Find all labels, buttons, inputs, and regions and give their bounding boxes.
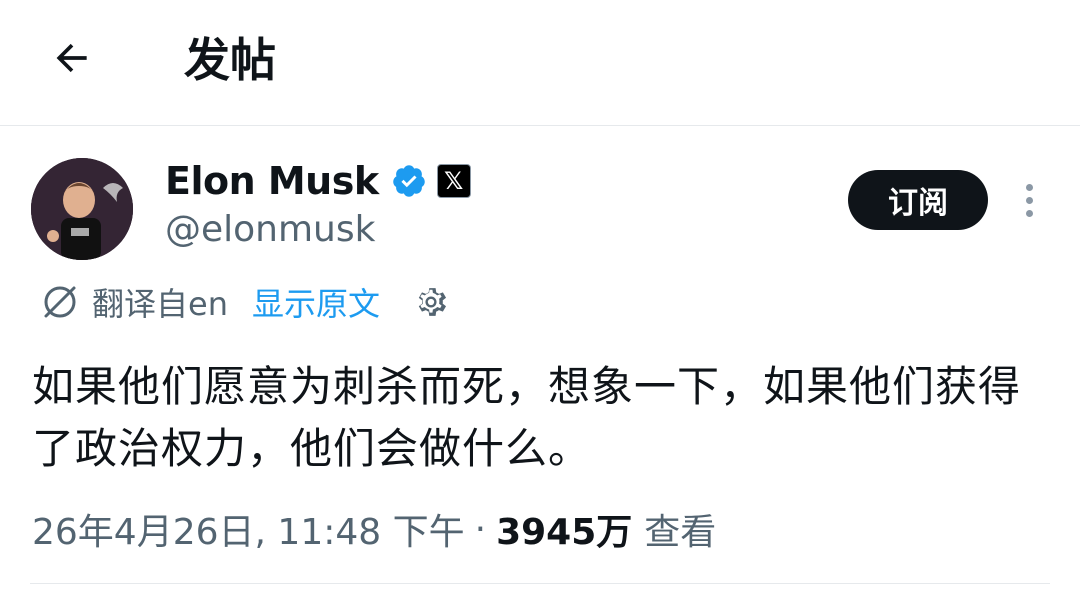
page-title: 发帖 xyxy=(184,33,276,87)
arrow-left-icon xyxy=(56,43,87,73)
post-datetime[interactable]: 26年4月26日, 11:48 下午 xyxy=(32,503,465,555)
gear-icon[interactable] xyxy=(412,283,450,321)
affiliate-x-icon[interactable]: 𝕏 xyxy=(436,164,471,198)
translated-from-label: 翻译自en xyxy=(92,285,228,323)
more-options-button[interactable] xyxy=(1010,178,1048,222)
post-meta: 26年4月26日, 11:48 下午 · 3945万 查看 xyxy=(32,503,716,555)
views-label: 查看 xyxy=(644,512,717,553)
author-name-row[interactable]: Elon Musk 𝕏 xyxy=(165,155,471,207)
translate-icon xyxy=(40,282,80,322)
meta-separator: · xyxy=(474,508,487,550)
subscribe-button[interactable]: 订阅 xyxy=(848,170,988,230)
author-name[interactable]: Elon Musk xyxy=(165,159,379,203)
avatar-image xyxy=(31,158,133,260)
post-text: 如果他们愿意为刺杀而死，想象一下，如果他们获得了政治权力，他们会做什么。 xyxy=(32,362,1022,473)
author-handle[interactable]: @elonmusk xyxy=(165,206,375,254)
author-avatar[interactable] xyxy=(31,158,133,260)
views-count[interactable]: 3945万 xyxy=(496,503,632,555)
verified-badge-icon[interactable] xyxy=(391,163,427,199)
divider xyxy=(30,583,1050,584)
more-vertical-icon-dot xyxy=(1025,209,1033,217)
more-vertical-icon-dot xyxy=(1025,196,1033,204)
show-original-link[interactable]: 显示原文 xyxy=(252,279,380,325)
top-app-bar: 发帖 xyxy=(0,0,1080,126)
translation-bar: 翻译自en 显示原文 xyxy=(40,278,450,326)
more-vertical-icon xyxy=(1025,183,1033,191)
back-button[interactable] xyxy=(40,28,104,88)
